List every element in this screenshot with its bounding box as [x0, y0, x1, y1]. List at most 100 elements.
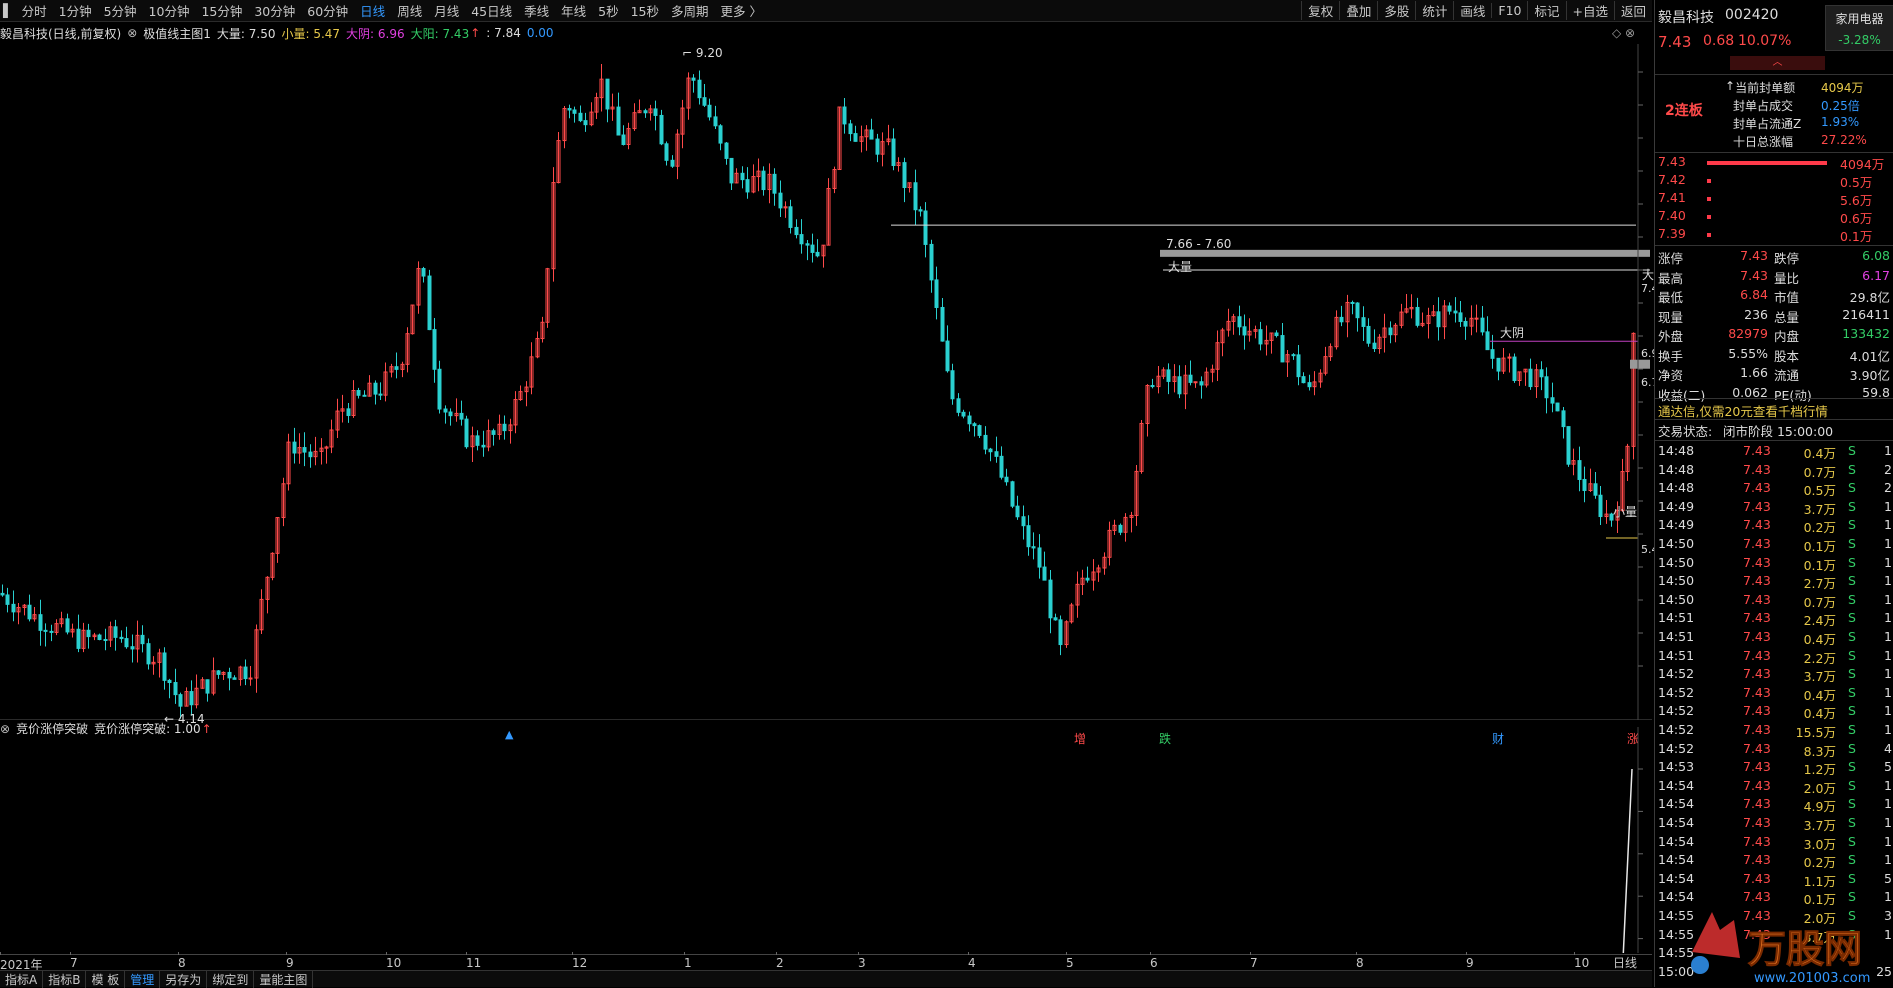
tick-time: 14:48 [1658, 461, 1695, 477]
period-tab[interactable]: 30分钟 [248, 1, 301, 20]
toolbar-button[interactable]: F10 [1491, 3, 1527, 18]
stat-label: 市值 [1774, 290, 1800, 305]
bid-volume: 5.6万 [1840, 193, 1873, 208]
toolbar-button[interactable]: 统计 [1415, 1, 1453, 20]
kline-chart[interactable]: 9.008.758.508.258.007.757.507.257.006.75… [0, 44, 1652, 720]
promo-link[interactable]: 通达信,仅需20元查看千档行情 [1658, 401, 1828, 420]
tick-side: S [1848, 461, 1856, 477]
candle-body [869, 129, 874, 140]
candle-body [1463, 320, 1468, 327]
candle-body [653, 108, 658, 116]
toolbar-button[interactable]: 画线 [1453, 1, 1491, 20]
bid-row[interactable]: 7.40 0.6万 [1655, 208, 1893, 226]
toolbar-button[interactable]: 叠加 [1339, 1, 1377, 20]
period-tab[interactable]: 月线 [428, 1, 465, 20]
menu-icon[interactable]: ▌ [0, 3, 16, 18]
chart-tool-icons[interactable]: ◇ ⊗ [1612, 26, 1635, 40]
period-tab[interactable]: 5秒 [592, 1, 624, 20]
tick-time: 14:54 [1658, 815, 1695, 830]
candle-body [918, 209, 923, 212]
logo-arrow-icon [1692, 912, 1740, 958]
indicator-name[interactable]: 极值线主图1 [143, 25, 211, 42]
candle-body [934, 279, 939, 308]
signal-line [1622, 768, 1633, 953]
candle-body [643, 110, 648, 114]
bid-row[interactable]: 7.39 0.1万 [1655, 226, 1893, 244]
period-tab[interactable]: 15秒 [625, 1, 665, 20]
candle-body [664, 143, 669, 161]
bottom-tab[interactable]: 指标A [0, 970, 44, 988]
stat-label: 跌停 [1774, 251, 1800, 266]
toolbar-button[interactable]: 多股 [1377, 1, 1415, 20]
tick-volume: 4.9万 [1803, 799, 1836, 815]
candle-body [162, 652, 167, 681]
period-tab[interactable]: 1分钟 [53, 1, 98, 20]
bottom-tab[interactable]: 量能主图 [254, 970, 314, 988]
collapse-chevron-icon[interactable]: ︿ [1730, 56, 1825, 70]
period-tab[interactable]: 5分钟 [98, 1, 143, 20]
stat-label: 最低 [1658, 290, 1684, 305]
period-tab[interactable]: 45日线 [465, 1, 518, 20]
promo-row[interactable]: 通达信,仅需20元查看千档行情 [1655, 401, 1893, 419]
date-tick: 9 [1466, 956, 1474, 970]
tick-side: S [1848, 498, 1856, 514]
toolbar-button[interactable]: 返回 [1613, 1, 1652, 20]
tick-count: 1 [1884, 629, 1892, 644]
last-price: 7.43 [1658, 33, 1692, 51]
bottom-tab-active[interactable]: 管理 [125, 970, 161, 988]
bid-row[interactable]: 7.43 4094万 [1655, 154, 1893, 172]
high-label: ⌐ 9.20 [682, 46, 723, 60]
candle-body [616, 106, 621, 136]
bottom-tab[interactable]: 模 板 [86, 970, 126, 988]
bottom-tab[interactable]: 另存为 [160, 970, 208, 988]
bottom-tab[interactable]: 绑定到 [207, 970, 255, 988]
tick-price: 7.43 [1743, 629, 1771, 644]
tick-price: 7.43 [1743, 461, 1771, 477]
candle-body [38, 614, 43, 631]
stat-value: 82979 [1728, 326, 1768, 341]
toolbar-button[interactable]: +自选 [1565, 1, 1614, 20]
candle-body [205, 679, 210, 694]
date-axis: 2021年 7 8 9 10 11 12 1 2 3 4 5 6 7 8 9 10 [0, 952, 1652, 972]
more-periods[interactable]: 更多 〉 [715, 1, 768, 20]
tick-row: 14:50 7.43 0.1万 S 1 [1655, 555, 1893, 573]
bid-row[interactable]: 7.42 0.5万 [1655, 172, 1893, 190]
sub-indicator-chart[interactable]: 1.000.800.600.400.20 [0, 727, 1652, 953]
axis-unit[interactable]: 日线 [1613, 954, 1637, 971]
indicator-settings-icon[interactable]: ⊗ [127, 26, 137, 40]
tick-count: 4 [1884, 740, 1892, 756]
bid-price: 7.41 [1658, 190, 1686, 205]
stat-label: 涨停 [1658, 251, 1684, 266]
tick-row: 14:48 7.43 0.4万 S 1 [1655, 443, 1893, 461]
tick-side: S [1848, 777, 1856, 793]
candle-body [97, 634, 102, 641]
period-tab[interactable]: 周线 [391, 1, 428, 20]
bottom-tab[interactable]: 指标B [43, 970, 87, 988]
candle-body [1577, 460, 1582, 480]
period-tab[interactable]: 15分钟 [195, 1, 248, 20]
period-tab[interactable]: 多周期 [665, 1, 715, 20]
date-tick: 7 [1250, 956, 1258, 970]
toolbar-button[interactable]: 标记 [1527, 1, 1565, 20]
period-tab[interactable]: 60分钟 [301, 1, 354, 20]
period-tab[interactable]: 年线 [555, 1, 592, 20]
date-tick: 6 [1150, 956, 1158, 970]
period-tab[interactable]: 分时 [16, 1, 53, 20]
period-tab[interactable]: 10分钟 [143, 1, 196, 20]
seal-row: ↑ 当前封单额 4094万 [1655, 79, 1893, 97]
tick-count: 1 [1884, 498, 1892, 514]
bid-volume: 0.1万 [1840, 229, 1873, 244]
candles [0, 63, 1636, 719]
tick-side: S [1848, 833, 1856, 849]
candle-body [0, 592, 5, 596]
period-tab[interactable]: 季线 [518, 1, 555, 20]
candle-body [810, 244, 815, 253]
tick-row: 14:54 7.43 2.0万 S 1 [1655, 778, 1893, 796]
stat-value: 216411 [1842, 306, 1890, 322]
toolbar-button[interactable]: 复权 [1301, 1, 1339, 20]
bid-row[interactable]: 7.41 5.6万 [1655, 190, 1893, 208]
tick-price: 7.43 [1743, 443, 1771, 458]
period-tab-active[interactable]: 日线 [354, 1, 391, 20]
seal-value: 27.22% [1821, 133, 1867, 147]
candle-body [216, 670, 221, 675]
